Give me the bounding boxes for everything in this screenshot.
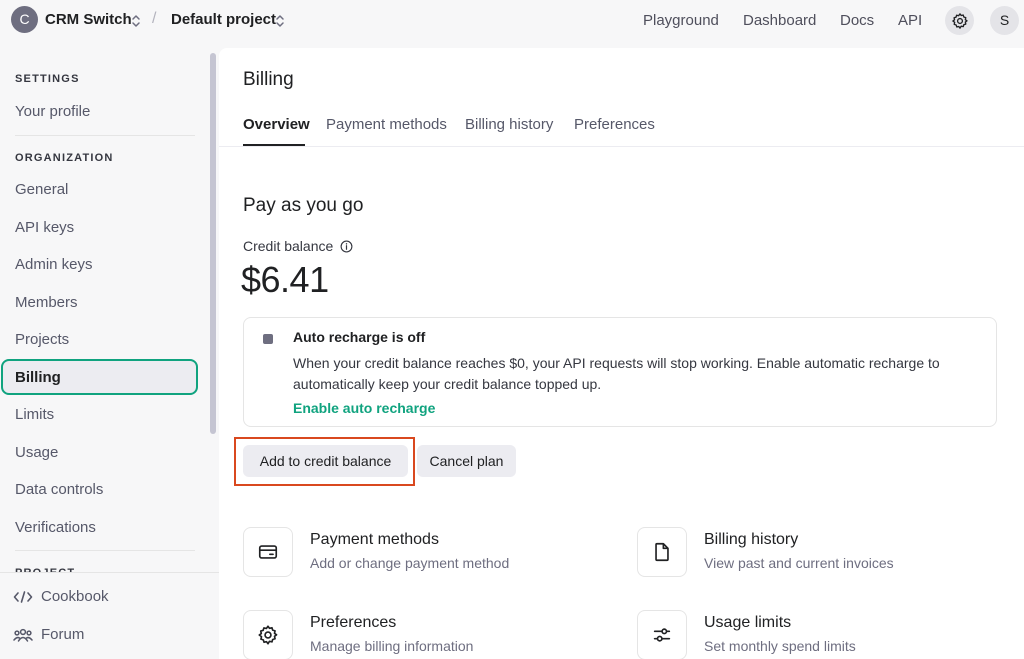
- credit-balance-label-text: Credit balance: [243, 238, 334, 254]
- card-subtitle: Manage billing information: [310, 638, 474, 654]
- top-bar: C CRM Switch / Default project Playgroun…: [0, 0, 1024, 42]
- auto-recharge-description: When your credit balance reaches $0, you…: [293, 355, 940, 392]
- nav-playground[interactable]: Playground: [643, 12, 719, 29]
- page-title: Billing: [243, 69, 294, 90]
- card-icon-box: [637, 610, 687, 659]
- card-preferences[interactable]: Preferences Manage billing information: [243, 610, 603, 659]
- auto-recharge-title: Auto recharge is off: [293, 329, 426, 345]
- tab-billing-history[interactable]: Billing history: [465, 116, 553, 133]
- nav-api[interactable]: API: [898, 12, 922, 29]
- auto-recharge-panel: Auto recharge is off When your credit ba…: [243, 317, 997, 427]
- user-avatar[interactable]: S: [990, 6, 1019, 35]
- chevron-up-down-icon[interactable]: [131, 14, 141, 28]
- org-avatar[interactable]: C: [11, 6, 38, 33]
- sidebar-divider: [15, 550, 195, 551]
- code-icon: [13, 590, 33, 603]
- gear-icon: [951, 12, 968, 29]
- credit-balance-label: Credit balance: [243, 238, 353, 254]
- sidebar-item-api-keys[interactable]: API keys: [15, 219, 74, 236]
- sidebar-item-members[interactable]: Members: [15, 294, 78, 311]
- project-switcher[interactable]: Default project: [171, 11, 276, 28]
- tab-preferences[interactable]: Preferences: [574, 116, 655, 133]
- sidebar-item-billing[interactable]: Billing: [1, 359, 198, 395]
- footer-link-label: Cookbook: [41, 588, 109, 605]
- card-usage-limits[interactable]: Usage limits Set monthly spend limits: [637, 610, 997, 659]
- card-title: Billing history: [704, 531, 799, 548]
- tab-payment-methods[interactable]: Payment methods: [326, 116, 447, 133]
- sidebar-item-your-profile[interactable]: Your profile: [15, 103, 90, 120]
- add-credit-button[interactable]: Add to credit balance: [243, 445, 408, 477]
- card-title: Usage limits: [704, 614, 792, 631]
- document-icon: [655, 542, 669, 562]
- sidebar-divider: [15, 135, 195, 136]
- footer-link-cookbook[interactable]: Cookbook: [13, 588, 109, 605]
- tab-overview[interactable]: Overview: [243, 116, 310, 133]
- sidebar-item-limits[interactable]: Limits: [15, 406, 54, 423]
- nav-docs[interactable]: Docs: [840, 12, 874, 29]
- card-title: Payment methods: [310, 531, 439, 548]
- enable-auto-recharge-link[interactable]: Enable auto recharge: [293, 400, 435, 416]
- gear-icon: [258, 625, 278, 645]
- people-icon: [13, 628, 33, 642]
- sidebar-footer: Cookbook Forum: [0, 572, 219, 659]
- credit-card-icon: [258, 545, 278, 559]
- sidebar-item-general[interactable]: General: [15, 181, 68, 198]
- card-icon-box: [243, 610, 293, 659]
- settings-button[interactable]: [945, 6, 974, 35]
- credit-balance-value: $6.41: [241, 259, 329, 300]
- chevron-up-down-icon[interactable]: [275, 14, 285, 28]
- org-switcher[interactable]: CRM Switch: [45, 11, 132, 28]
- sidebar-scrollbar[interactable]: [210, 53, 216, 434]
- nav-dashboard[interactable]: Dashboard: [743, 12, 816, 29]
- sidebar-item-admin-keys[interactable]: Admin keys: [15, 256, 93, 273]
- card-subtitle: View past and current invoices: [704, 555, 894, 571]
- footer-link-forum[interactable]: Forum: [13, 626, 84, 643]
- sidebar-item-data-controls[interactable]: Data controls: [15, 481, 103, 498]
- card-icon-box: [637, 527, 687, 577]
- breadcrumb-separator: /: [152, 10, 157, 27]
- status-indicator: [263, 334, 273, 344]
- sidebar-item-projects[interactable]: Projects: [15, 331, 69, 348]
- cancel-plan-button[interactable]: Cancel plan: [417, 445, 516, 477]
- sidebar-heading-organization: ORGANIZATION: [15, 152, 114, 164]
- sidebar-heading-settings: SETTINGS: [15, 73, 80, 85]
- card-payment-methods[interactable]: Payment methods Add or change payment me…: [243, 527, 603, 579]
- card-subtitle: Set monthly spend limits: [704, 638, 856, 654]
- tabs-divider: [219, 146, 1024, 147]
- sidebar: SETTINGS Your profile ORGANIZATION Gener…: [0, 50, 219, 659]
- sliders-icon: [653, 628, 671, 642]
- sidebar-item-usage[interactable]: Usage: [15, 444, 58, 461]
- card-icon-box: [243, 527, 293, 577]
- sidebar-item-label: Billing: [15, 369, 61, 386]
- sidebar-item-verifications[interactable]: Verifications: [15, 519, 96, 536]
- section-title: Pay as you go: [243, 195, 364, 216]
- card-title: Preferences: [310, 614, 397, 631]
- card-billing-history[interactable]: Billing history View past and current in…: [637, 527, 997, 579]
- main-panel: Billing Overview Payment methods Billing…: [219, 48, 1024, 659]
- card-subtitle: Add or change payment method: [310, 555, 510, 571]
- footer-link-label: Forum: [41, 626, 85, 643]
- info-icon[interactable]: [340, 240, 353, 253]
